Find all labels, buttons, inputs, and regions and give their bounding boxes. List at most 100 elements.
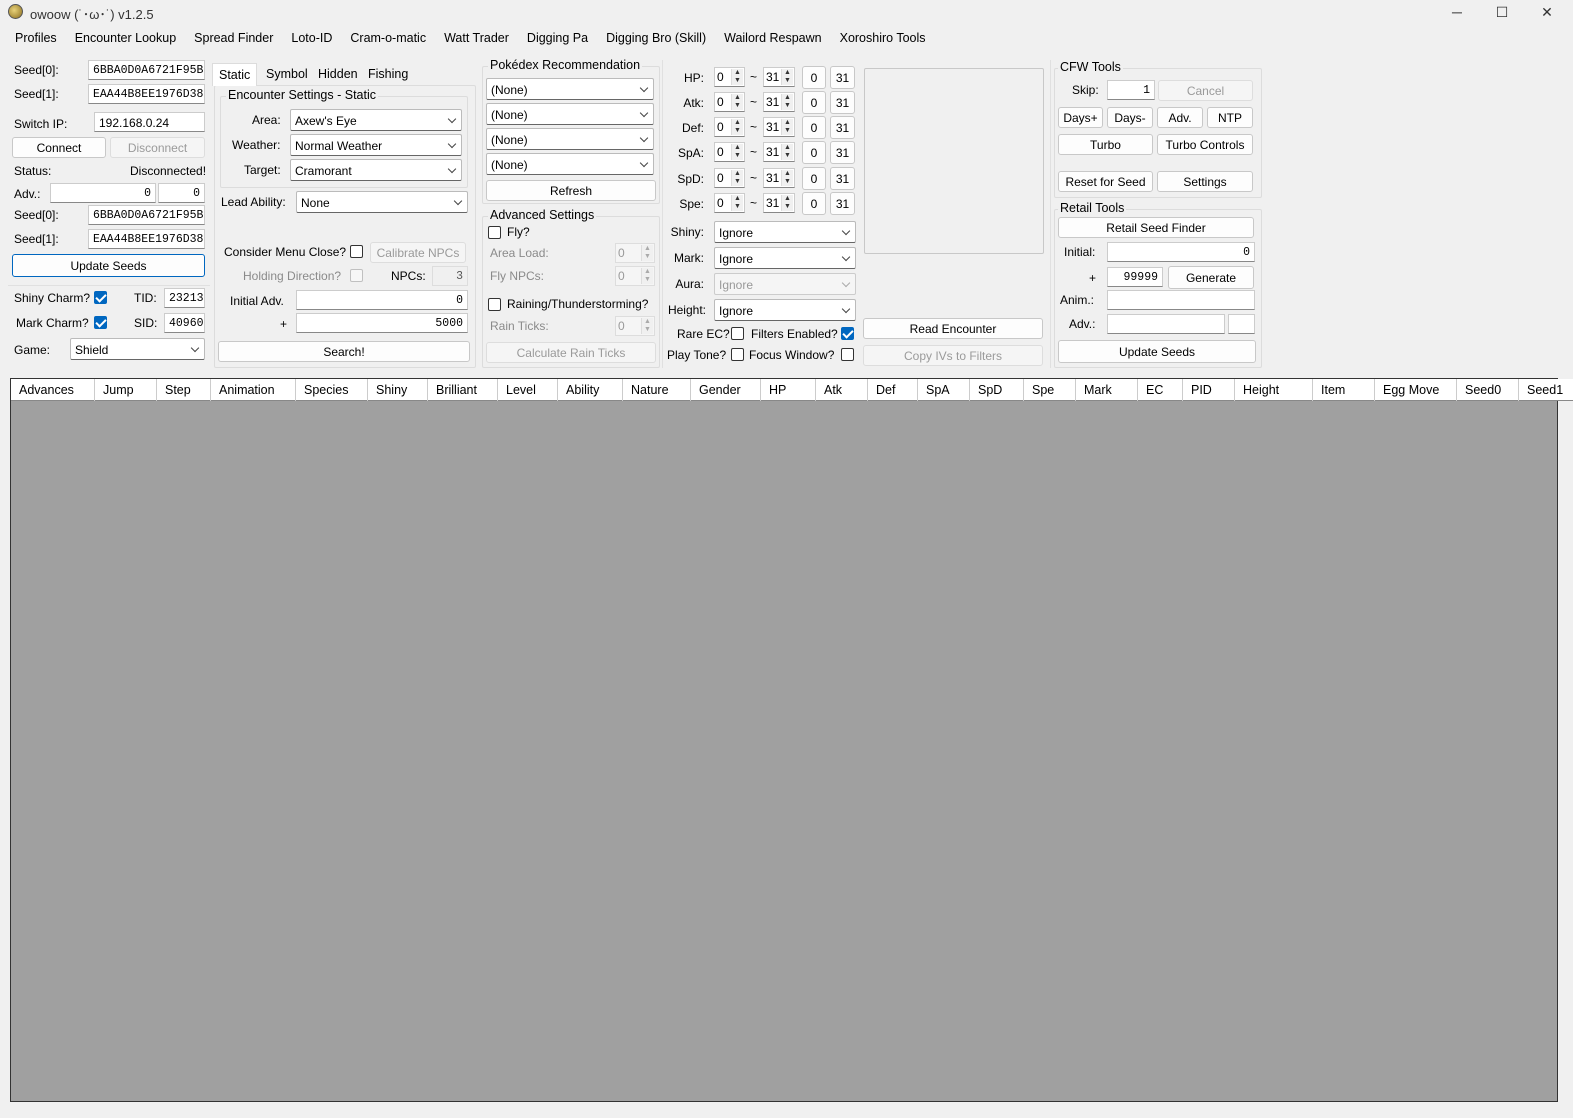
iv-atk-min-stepper[interactable]: 0 ▲ ▼ [714,92,745,112]
refresh-button[interactable]: Refresh [486,180,656,201]
fly-checkbox[interactable] [488,226,501,239]
column-header-egg-move[interactable]: Egg Move [1375,379,1457,401]
adv-button[interactable]: Adv. [1157,107,1203,128]
current-seed0-input[interactable]: 6BBA0D0A6721F95B [88,205,205,225]
column-header-species[interactable]: Species [296,379,368,401]
menu-spread-finder[interactable]: Spread Finder [185,27,282,49]
iv-spe-max-stepper[interactable]: 31 ▲ ▼ [763,193,795,213]
iv-spa-min-stepper[interactable]: 0 ▲ ▼ [714,142,745,162]
menu-digging-pa[interactable]: Digging Pa [518,27,597,49]
iv-spe-zero-button[interactable]: 0 [802,192,826,215]
mark-filter-select[interactable]: Ignore [714,247,856,269]
tab-static[interactable]: Static [212,63,258,86]
column-header-ec[interactable]: EC [1138,379,1183,401]
area-load-stepper[interactable]: 0 ▲ ▼ [615,243,655,263]
stepper-arrows-icon[interactable]: ▲ ▼ [781,94,793,110]
days-minus-button[interactable]: Days- [1107,107,1153,128]
iv-spa-max-stepper[interactable]: 31 ▲ ▼ [763,142,795,162]
filters-enabled-checkbox[interactable] [841,327,854,340]
column-header-seed1[interactable]: Seed1 [1519,379,1573,401]
minimize-button[interactable]: ─ [1434,0,1480,24]
seed0-input[interactable]: 6BBA0D0A6721F95B [88,60,205,80]
pokedex-slot-2[interactable]: (None) [486,103,654,125]
stepper-arrows-icon[interactable]: ▲ ▼ [731,94,743,110]
seed1-input[interactable]: EAA44B8EE1976D38 [88,84,205,104]
stepper-arrows-icon[interactable]: ▲ ▼ [641,268,653,284]
play-tone-checkbox[interactable] [731,348,744,361]
stepper-arrows-icon[interactable]: ▲ ▼ [731,119,743,135]
column-header-seed0[interactable]: Seed0 [1457,379,1519,401]
retail-update-seeds-button[interactable]: Update Seeds [1058,340,1256,363]
copy-ivs-button[interactable]: Copy IVs to Filters [863,345,1043,366]
calibrate-npcs-button[interactable]: Calibrate NPCs [370,242,466,263]
retail-adv-input-2[interactable] [1228,314,1255,334]
column-header-brilliant[interactable]: Brilliant [428,379,498,401]
tid-input[interactable]: 23213 [164,288,205,308]
search-button[interactable]: Search! [218,341,470,362]
iv-spa-max-button[interactable]: 31 [830,141,855,164]
game-select[interactable]: Shield [70,338,205,360]
plus-adv-input[interactable]: 5000 [296,313,468,333]
rare-ec-checkbox[interactable] [731,327,744,340]
iv-atk-max-stepper[interactable]: 31 ▲ ▼ [763,92,795,112]
pokedex-slot-3[interactable]: (None) [486,128,654,150]
fly-npcs-stepper[interactable]: 0 ▲ ▼ [615,266,655,286]
column-header-spd[interactable]: SpD [970,379,1024,401]
iv-spd-max-button[interactable]: 31 [830,167,855,190]
column-header-height[interactable]: Height [1235,379,1313,401]
connect-button[interactable]: Connect [12,137,106,158]
column-header-jump[interactable]: Jump [95,379,157,401]
maximize-button[interactable]: ☐ [1479,0,1525,24]
stepper-arrows-icon[interactable]: ▲ ▼ [731,170,743,186]
mark-charm-checkbox[interactable] [94,316,107,329]
iv-hp-max-button[interactable]: 31 [830,66,855,89]
shiny-filter-select[interactable]: Ignore [714,221,856,243]
retail-adv-input[interactable] [1107,314,1225,334]
column-header-advances[interactable]: Advances [11,379,95,401]
column-header-animation[interactable]: Animation [211,379,296,401]
column-header-ability[interactable]: Ability [558,379,623,401]
turbo-controls-button[interactable]: Turbo Controls [1157,134,1253,155]
switch-ip-input[interactable]: 192.168.0.24 [94,112,205,132]
reset-for-seed-button[interactable]: Reset for Seed [1058,171,1153,192]
cancel-button[interactable]: Cancel [1158,80,1253,101]
tab-symbol[interactable]: Symbol [260,63,314,86]
iv-hp-max-stepper[interactable]: 31 ▲ ▼ [763,67,795,87]
retail-initial-input[interactable]: 0 [1107,242,1255,262]
iv-atk-max-button[interactable]: 31 [830,91,855,114]
column-header-shiny[interactable]: Shiny [368,379,428,401]
iv-def-max-button[interactable]: 31 [830,116,855,139]
iv-atk-zero-button[interactable]: 0 [802,91,826,114]
iv-spe-max-button[interactable]: 31 [830,192,855,215]
column-header-level[interactable]: Level [498,379,558,401]
menu-xoroshiro-tools[interactable]: Xoroshiro Tools [831,27,935,49]
pokedex-slot-4[interactable]: (None) [486,153,654,175]
calculate-rain-ticks-button[interactable]: Calculate Rain Ticks [486,342,656,363]
menu-watt-trader[interactable]: Watt Trader [435,27,518,49]
retail-seed-finder-button[interactable]: Retail Seed Finder [1058,217,1254,238]
focus-window-checkbox[interactable] [841,348,854,361]
adv-input-2[interactable]: 0 [158,183,205,203]
settings-button[interactable]: Settings [1157,171,1253,192]
days-plus-button[interactable]: Days+ [1058,107,1103,128]
iv-spd-min-stepper[interactable]: 0 ▲ ▼ [714,168,745,188]
iv-hp-min-stepper[interactable]: 0 ▲ ▼ [714,67,745,87]
iv-spd-max-stepper[interactable]: 31 ▲ ▼ [763,168,795,188]
lead-ability-select[interactable]: None [296,191,468,213]
iv-hp-zero-button[interactable]: 0 [802,66,826,89]
npcs-input[interactable]: 3 [432,266,468,286]
column-header-hp[interactable]: HP [761,379,816,401]
stepper-arrows-icon[interactable]: ▲ ▼ [781,195,793,211]
menu-wailord-respawn[interactable]: Wailord Respawn [715,27,831,49]
stepper-arrows-icon[interactable]: ▲ ▼ [731,69,743,85]
current-seed1-input[interactable]: EAA44B8EE1976D38 [88,229,205,249]
iv-def-min-stepper[interactable]: 0 ▲ ▼ [714,117,745,137]
height-filter-select[interactable]: Ignore [714,299,856,321]
iv-def-max-stepper[interactable]: 31 ▲ ▼ [763,117,795,137]
adv-input[interactable]: 0 [50,183,156,203]
column-header-nature[interactable]: Nature [623,379,691,401]
sid-input[interactable]: 40960 [164,313,205,333]
stepper-arrows-icon[interactable]: ▲ ▼ [781,170,793,186]
skip-input[interactable]: 1 [1107,80,1155,100]
column-header-atk[interactable]: Atk [816,379,868,401]
